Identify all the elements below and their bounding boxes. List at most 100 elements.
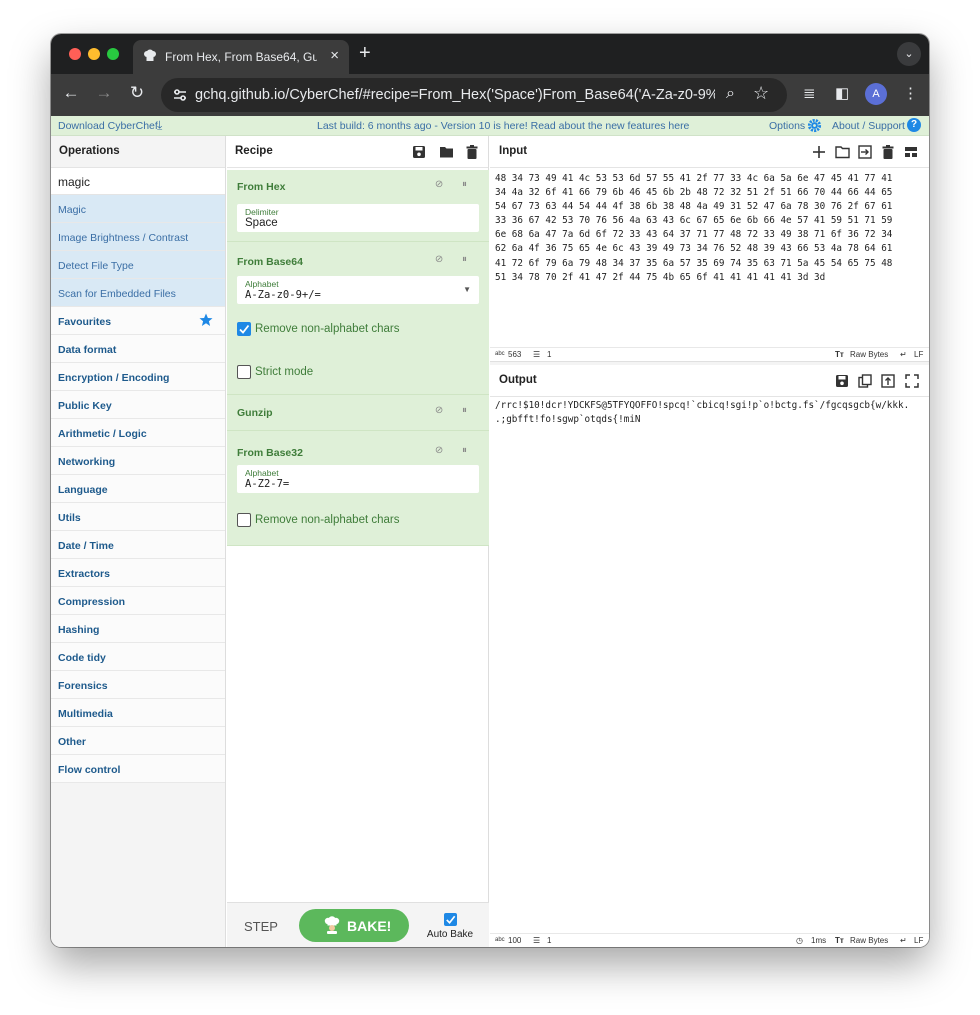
reload-icon[interactable]: ↻ — [126, 83, 148, 103]
operation-image-brightness[interactable]: Image Brightness / Contrast — [51, 223, 225, 251]
operation-magic[interactable]: Magic — [51, 195, 225, 223]
ingredient-from-base32[interactable]: From Base32 ⊘ ⏸ Alphabet A-Z2-7= Remove … — [227, 431, 489, 546]
remove-non-alphabet-checkbox[interactable] — [237, 513, 251, 527]
bookmark-star-icon[interactable]: ☆ — [753, 83, 769, 104]
disable-pause-icons[interactable]: ⊘ ⏸ — [435, 254, 475, 265]
remove-non-alphabet-checkbox[interactable] — [237, 322, 251, 336]
output-header: Output — [490, 365, 929, 397]
category-compression[interactable]: Compression — [51, 587, 225, 615]
category-language[interactable]: Language — [51, 475, 225, 503]
build-info-link[interactable]: Last build: 6 months ago - Version 10 is… — [317, 120, 689, 132]
browser-tab[interactable]: From Hex, From Base64, Gunz × — [133, 40, 349, 74]
download-icon[interactable]: ⤓ — [157, 118, 162, 133]
url-text[interactable]: gchq.github.io/CyberChef/#recipe=From_He… — [195, 87, 715, 103]
alphabet-field[interactable]: Alphabet A-Z2-7= — [237, 465, 479, 493]
field-value: A-Z2-7= — [245, 478, 290, 490]
output-eol[interactable]: LF — [914, 936, 923, 945]
strict-mode-checkbox[interactable] — [237, 365, 251, 379]
options-link[interactable]: Options — [769, 120, 805, 132]
forward-arrow-icon[interactable]: → — [93, 83, 115, 103]
minimize-window-button[interactable] — [88, 48, 100, 60]
recipe-toolbar — [412, 145, 478, 164]
category-code-tidy[interactable]: Code tidy — [51, 643, 225, 671]
new-tab-button[interactable]: + — [359, 42, 371, 65]
tab-search-chevron-icon[interactable]: ⌄ — [897, 42, 921, 66]
ingredient-from-hex[interactable]: From Hex ⊘ ⏸ Delimiter Space — [227, 170, 489, 242]
category-arithmetic-logic[interactable]: Arithmetic / Logic — [51, 419, 225, 447]
category-networking[interactable]: Networking — [51, 447, 225, 475]
alphabet-select[interactable]: Alphabet A-Za-z0-9+/= ▼ — [237, 276, 479, 304]
category-data-format[interactable]: Data format — [51, 335, 225, 363]
zoom-magnifier-icon[interactable]: ⌕ — [726, 85, 735, 103]
category-encryption-encoding[interactable]: Encryption / Encoding — [51, 363, 225, 391]
download-cyberchef-link[interactable]: Download CyberChef — [58, 120, 158, 132]
load-recipe-folder-icon[interactable] — [439, 145, 454, 159]
input-textarea[interactable]: 48 34 73 49 41 4c 53 53 6d 57 55 41 2f 7… — [495, 172, 892, 285]
media-playlist-icon[interactable]: ≣ — [803, 84, 816, 102]
disable-pause-icons[interactable]: ⊘ ⏸ — [435, 405, 475, 416]
maximise-icon[interactable] — [905, 374, 919, 388]
bake-bar: STEP BAKE! Auto Bake — [227, 902, 489, 947]
category-date-time[interactable]: Date / Time — [51, 531, 225, 559]
site-settings-icon[interactable] — [171, 86, 189, 104]
gear-icon[interactable] — [807, 118, 822, 133]
auto-bake-checkbox[interactable] — [443, 913, 457, 926]
output-lines: 1 — [547, 936, 552, 945]
auto-bake-toggle[interactable]: Auto Bake — [425, 913, 475, 940]
operation-scan-embedded-files[interactable]: Scan for Embedded Files — [51, 279, 225, 307]
category-public-key[interactable]: Public Key — [51, 391, 225, 419]
more-menu-icon[interactable]: ⋮ — [903, 84, 918, 102]
input-eol[interactable]: LF — [914, 350, 923, 359]
category-hashing[interactable]: Hashing — [51, 615, 225, 643]
tab-bar: From Hex, From Base64, Gunz × + ⌄ — [51, 34, 929, 74]
ingredient-gunzip[interactable]: Gunzip ⊘ ⏸ — [227, 395, 489, 431]
back-arrow-icon[interactable]: ← — [60, 83, 82, 103]
chef-hat-icon — [144, 49, 156, 61]
category-utils[interactable]: Utils — [51, 503, 225, 531]
save-recipe-icon[interactable] — [412, 145, 426, 159]
length-abc-icon: abc — [495, 937, 505, 943]
output-encoding[interactable]: Raw Bytes — [850, 936, 888, 945]
category-multimedia[interactable]: Multimedia — [51, 699, 225, 727]
side-panel-icon[interactable]: ◧ — [835, 84, 849, 102]
operation-detect-file-type[interactable]: Detect File Type — [51, 251, 225, 279]
address-bar[interactable]: gchq.github.io/CyberChef/#recipe=From_He… — [161, 78, 787, 112]
input-lines: 1 — [547, 350, 552, 359]
profile-avatar[interactable]: A — [865, 83, 887, 105]
open-file-icon[interactable] — [858, 145, 872, 159]
close-tab-icon[interactable]: × — [330, 47, 339, 64]
eol-return-icon: ↵ — [900, 350, 907, 359]
copy-output-icon[interactable] — [858, 374, 872, 388]
category-flow-control[interactable]: Flow control — [51, 755, 225, 783]
save-output-icon[interactable] — [835, 374, 849, 388]
close-window-button[interactable] — [69, 48, 81, 60]
about-support-link[interactable]: About / Support — [832, 120, 905, 132]
replace-input-icon[interactable] — [881, 374, 895, 388]
category-favourites[interactable]: Favourites — [51, 307, 225, 335]
zoom-window-button[interactable] — [107, 48, 119, 60]
category-forensics[interactable]: Forensics — [51, 671, 225, 699]
help-icon[interactable]: ? — [907, 118, 921, 132]
input-encoding[interactable]: Raw Bytes — [850, 350, 888, 359]
checkbox-label: Remove non-alphabet chars — [255, 323, 400, 335]
output-text[interactable]: /rrc!$10!dcr!YDCKFS@5TFYQOFFO!spcq!`cbic… — [495, 399, 909, 427]
input-status-bar: abc 563 ☰ 1 Tт Raw Bytes ↵ LF — [490, 347, 929, 361]
clear-recipe-trash-icon[interactable] — [466, 145, 478, 159]
input-title: Input — [499, 145, 528, 157]
category-extractors[interactable]: Extractors — [51, 559, 225, 587]
step-button[interactable]: STEP — [244, 919, 278, 934]
io-panel: Input 48 34 73 49 41 4c 53 53 6d 57 55 4… — [490, 136, 929, 947]
layout-icon[interactable] — [904, 145, 918, 159]
disable-pause-icons[interactable]: ⊘ ⏸ — [435, 179, 475, 190]
delimiter-field[interactable]: Delimiter Space — [237, 204, 479, 232]
checkbox-label: Remove non-alphabet chars — [255, 514, 400, 526]
disable-pause-icons[interactable]: ⊘ ⏸ — [435, 445, 475, 456]
ingredient-from-base64[interactable]: From Base64 ⊘ ⏸ Alphabet A-Za-z0-9+/= ▼ … — [227, 242, 489, 395]
bake-button[interactable]: BAKE! — [299, 909, 409, 942]
clear-input-trash-icon[interactable] — [882, 145, 894, 159]
eol-return-icon: ↵ — [900, 936, 907, 945]
category-other[interactable]: Other — [51, 727, 225, 755]
operations-search-input[interactable]: magic — [51, 168, 225, 195]
open-folder-icon[interactable] — [835, 145, 850, 159]
add-tab-plus-icon[interactable] — [812, 145, 826, 159]
